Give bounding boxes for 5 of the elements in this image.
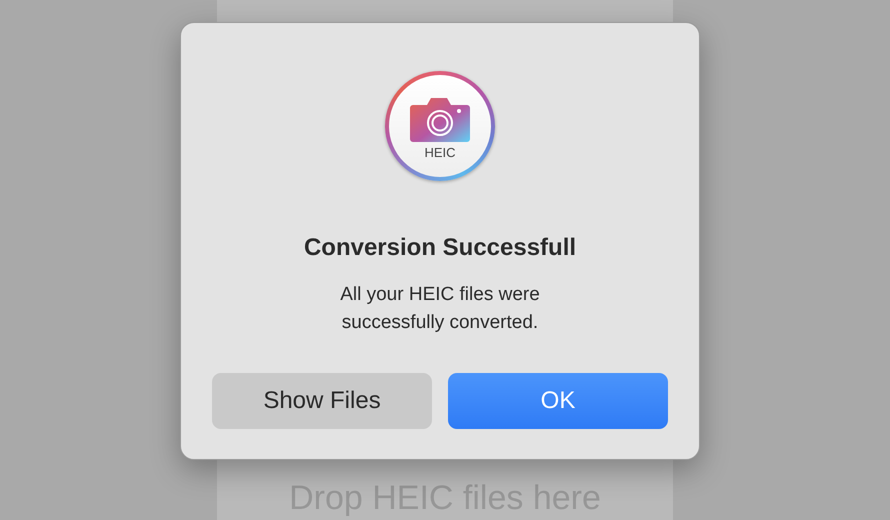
dialog-message: All your HEIC files were successfully converted. [339,283,541,335]
show-files-button[interactable]: Show Files [212,373,432,429]
camera-icon [409,97,471,143]
icon-label: HEIC [424,145,456,161]
dialog-title: Conversion Successfull [304,233,576,263]
